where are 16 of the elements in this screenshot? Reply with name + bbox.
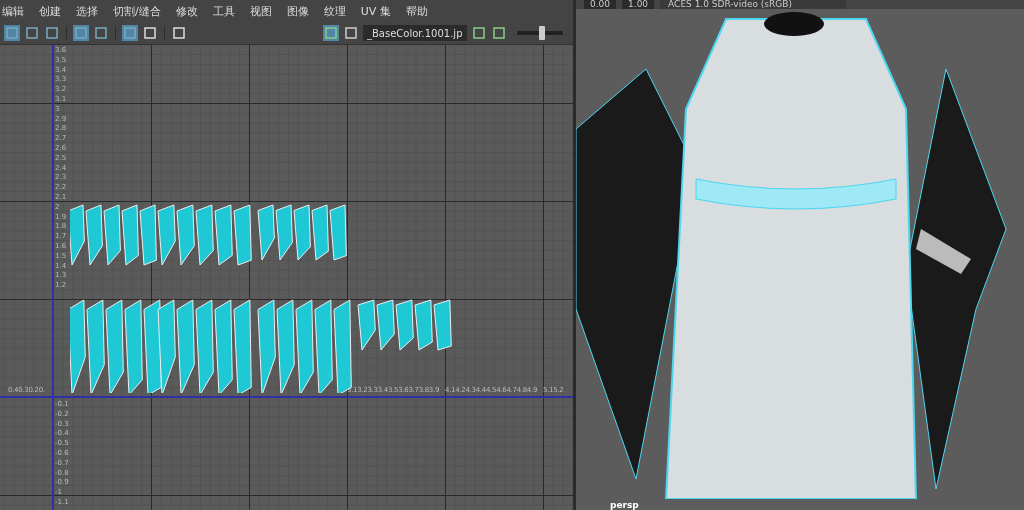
color-space-dropdown[interactable]: ACES 1.0 SDR-video (sRGB) [660,0,847,9]
menu-item[interactable]: 选择 [76,3,98,19]
menu-item[interactable]: 帮助 [405,3,428,19]
menu-item[interactable]: 编辑 [2,3,24,19]
texture-file-field[interactable]: _BaseColor.1001.jp [363,25,467,41]
menu-item[interactable]: 切割/缝合 [113,3,161,19]
gamma-field[interactable]: 0.00 [584,0,617,9]
menu-item[interactable]: 修改 [175,3,198,19]
menu-item[interactable]: 创建 [39,3,61,19]
exposure-field[interactable]: 1.00 [622,0,655,9]
menu-item[interactable]: 纹理 [323,3,346,19]
menu-item[interactable]: 工具 [212,3,235,19]
menu-item[interactable]: 视图 [249,3,272,19]
menu-item[interactable]: UV 集 [360,3,391,19]
menu-item[interactable]: 图像 [286,3,309,19]
camera-label: persp [610,500,639,510]
